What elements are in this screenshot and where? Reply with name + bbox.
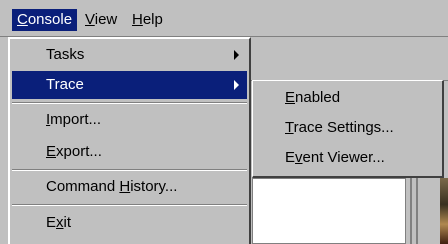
- menu-item-label: Tasks: [46, 46, 85, 63]
- mnemonic: V: [85, 11, 95, 28]
- mnemonic: v: [295, 149, 303, 166]
- menu-item-label: istory...: [130, 178, 178, 195]
- submenu-item-enabled[interactable]: Enabled: [255, 84, 441, 112]
- menu-bar: Console View Help: [0, 0, 448, 37]
- label: onsole: [27, 11, 73, 28]
- menu-item-command-history[interactable]: Command History...: [12, 173, 247, 201]
- menu-separator: [12, 102, 247, 104]
- menu-item-label: race Settings...: [293, 119, 394, 136]
- menu-item-label: nabled: [295, 89, 341, 106]
- console-dropdown-menu: Tasks Trace Import... Export... Command …: [8, 37, 251, 244]
- menu-item-exit[interactable]: Exit: [12, 209, 247, 237]
- menu-item-label: E: [285, 149, 296, 166]
- submenu-arrow-icon: [234, 50, 239, 60]
- mnemonic: T: [285, 119, 294, 136]
- menu-view[interactable]: View: [80, 9, 122, 31]
- menu-item-label: it: [63, 214, 72, 231]
- menu-item-label: Command: [46, 178, 120, 195]
- menu-help[interactable]: Help: [127, 9, 168, 31]
- menu-item-label: mport...: [50, 111, 102, 128]
- trace-submenu: Enabled Trace Settings... Event Viewer..…: [252, 80, 444, 178]
- menu-console[interactable]: Console: [12, 9, 78, 31]
- menu-item-export[interactable]: Export...: [12, 138, 247, 166]
- menu-separator: [12, 204, 247, 206]
- mnemonic: H: [119, 178, 131, 195]
- mnemonic: x: [56, 214, 64, 231]
- image-thumbnail: [440, 178, 448, 244]
- menu-item-label: E: [46, 214, 57, 231]
- mnemonic: H: [132, 11, 143, 28]
- menu-item-label: Trace: [46, 76, 84, 93]
- submenu-arrow-icon: [234, 80, 239, 90]
- pane-divider[interactable]: [416, 178, 418, 244]
- label: iew: [94, 11, 118, 28]
- mnemonic: E: [285, 89, 296, 106]
- menu-item-label: ent Viewer...: [302, 149, 385, 166]
- submenu-item-trace-settings[interactable]: Trace Settings...: [255, 114, 441, 142]
- mnemonic: C: [17, 11, 28, 28]
- submenu-item-event-viewer[interactable]: Event Viewer...: [255, 144, 441, 172]
- list-pane[interactable]: [252, 178, 406, 244]
- menu-item-label: xport...: [56, 143, 102, 160]
- menu-separator: [12, 169, 247, 171]
- pane-divider[interactable]: [410, 178, 412, 244]
- toolbar-area: [250, 37, 448, 81]
- menu-item-import[interactable]: Import...: [12, 106, 247, 134]
- menu-item-trace[interactable]: Trace: [12, 71, 247, 99]
- mnemonic: E: [46, 143, 57, 160]
- menu-item-tasks[interactable]: Tasks: [12, 41, 247, 69]
- label: elp: [142, 11, 163, 28]
